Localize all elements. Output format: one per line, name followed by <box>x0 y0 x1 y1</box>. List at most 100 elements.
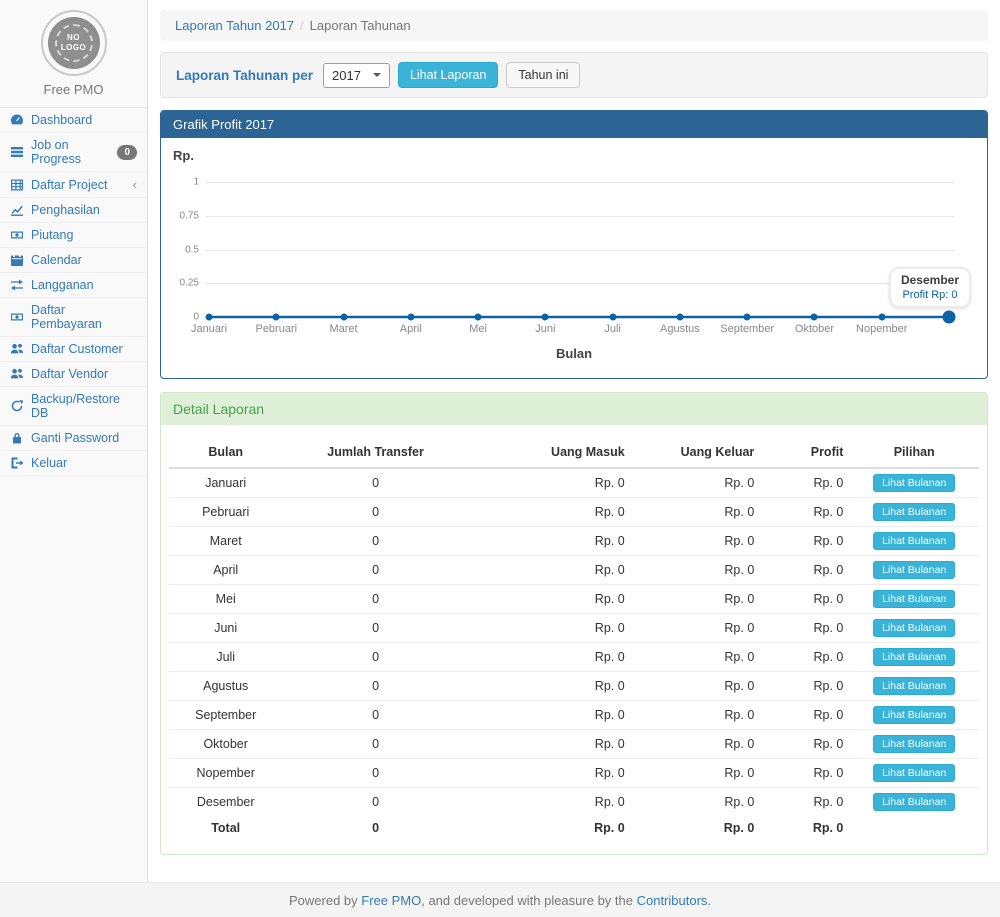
lihat-bulanan-button[interactable]: Lihat Bulanan <box>873 735 955 753</box>
sidebar-item-ganti-password[interactable]: Ganti Password <box>0 426 147 451</box>
chart-point-maret[interactable] <box>340 314 347 321</box>
sidebar-item-keluar[interactable]: Keluar <box>0 451 147 476</box>
breadcrumb-link-laporan-tahun[interactable]: Laporan Tahun 2017 <box>175 18 294 33</box>
cell-uang-masuk: Rp. 0 <box>469 730 631 759</box>
cell-uang-keluar: Rp. 0 <box>631 585 761 614</box>
cell-uang-masuk: Rp. 0 <box>469 556 631 585</box>
col-jumlah-transfer: Jumlah Transfer <box>282 437 468 468</box>
cell-pilihan: Lihat Bulanan <box>849 498 979 527</box>
chart-point-desember[interactable] <box>943 311 956 324</box>
col-uang-masuk: Uang Masuk <box>469 437 631 468</box>
sidebar-item-daftar-pembayaran[interactable]: Daftar Pembayaran <box>0 298 147 337</box>
cell-jumlah-transfer: 0 <box>282 585 468 614</box>
table-row: Nopember0Rp. 0Rp. 0Rp. 0Lihat Bulanan <box>169 759 979 788</box>
chart-line-svg <box>169 146 979 370</box>
chart-y-tick: 0.75 <box>169 210 199 221</box>
lihat-bulanan-button[interactable]: Lihat Bulanan <box>873 590 955 608</box>
cell-profit: Rp. 0 <box>760 498 849 527</box>
laporan-table: Bulan Jumlah Transfer Uang Masuk Uang Ke… <box>169 437 979 840</box>
total-uang-masuk: Rp. 0 <box>469 816 631 840</box>
no-logo-seal-icon: NO LOGO <box>48 17 100 69</box>
cell-profit: Rp. 0 <box>760 468 849 498</box>
cell-uang-masuk: Rp. 0 <box>469 614 631 643</box>
sidebar-item-daftar-customer[interactable]: Daftar Customer <box>0 337 147 362</box>
lihat-bulanan-button[interactable]: Lihat Bulanan <box>873 561 955 579</box>
cell-uang-keluar: Rp. 0 <box>631 468 761 498</box>
col-pilihan: Pilihan <box>849 437 979 468</box>
lihat-bulanan-button[interactable]: Lihat Bulanan <box>873 648 955 666</box>
sidebar-item-backup-restore-db[interactable]: Backup/Restore DB <box>0 387 147 426</box>
table-row: Agustus0Rp. 0Rp. 0Rp. 0Lihat Bulanan <box>169 672 979 701</box>
cell-uang-masuk: Rp. 0 <box>469 788 631 817</box>
cell-uang-masuk: Rp. 0 <box>469 643 631 672</box>
cell-uang-keluar: Rp. 0 <box>631 556 761 585</box>
lihat-bulanan-button[interactable]: Lihat Bulanan <box>873 793 955 811</box>
lihat-bulanan-button[interactable]: Lihat Bulanan <box>873 677 955 695</box>
lock-icon <box>10 431 24 445</box>
chart-x-tick: Oktober <box>795 323 834 335</box>
year-select-value: 2017 <box>332 68 361 83</box>
chart-point-mei[interactable] <box>475 314 482 321</box>
cell-uang-masuk: Rp. 0 <box>469 468 631 498</box>
chart-tooltip: Desember Profit Rp: 0 <box>889 267 971 308</box>
sidebar-item-penghasilan[interactable]: Penghasilan <box>0 198 147 223</box>
chart-point-juni[interactable] <box>542 314 549 321</box>
cell-bulan: April <box>169 556 282 585</box>
col-uang-keluar: Uang Keluar <box>631 437 761 468</box>
detail-laporan-panel: Detail Laporan Bulan Jumlah Transfer Uan… <box>160 392 988 855</box>
chart-point-april[interactable] <box>407 314 414 321</box>
sidebar-item-daftar-project[interactable]: Daftar Project ‹ <box>0 172 147 198</box>
lihat-bulanan-button[interactable]: Lihat Bulanan <box>873 474 955 492</box>
chart-x-tick: September <box>720 323 774 335</box>
cell-uang-masuk: Rp. 0 <box>469 759 631 788</box>
sidebar-item-job-on-progress[interactable]: Job on Progress 0 <box>0 133 147 172</box>
chart-point-juli[interactable] <box>609 314 616 321</box>
sidebar-item-dashboard[interactable]: Dashboard <box>0 108 147 133</box>
chart-x-tick: Juli <box>604 323 621 335</box>
lihat-laporan-button[interactable]: Lihat Laporan <box>398 62 498 88</box>
table-row: Juni0Rp. 0Rp. 0Rp. 0Lihat Bulanan <box>169 614 979 643</box>
breadcrumb: Laporan Tahun 2017/Laporan Tahunan <box>160 10 988 41</box>
cell-profit: Rp. 0 <box>760 585 849 614</box>
chart-point-oktober[interactable] <box>811 314 818 321</box>
chart-gridline <box>205 250 955 251</box>
chart-point-nopember[interactable] <box>878 314 885 321</box>
sidebar-item-daftar-vendor[interactable]: Daftar Vendor <box>0 362 147 387</box>
lihat-bulanan-button[interactable]: Lihat Bulanan <box>873 503 955 521</box>
cell-bulan: Maret <box>169 527 282 556</box>
chart-point-september[interactable] <box>744 314 751 321</box>
chevron-left-icon: ‹ <box>133 177 137 192</box>
cell-bulan: Desember <box>169 788 282 817</box>
cell-uang-keluar: Rp. 0 <box>631 643 761 672</box>
total-uang-keluar: Rp. 0 <box>631 816 761 840</box>
lihat-bulanan-button[interactable]: Lihat Bulanan <box>873 706 955 724</box>
cell-pilihan: Lihat Bulanan <box>849 585 979 614</box>
cell-jumlah-transfer: 0 <box>282 468 468 498</box>
sidebar-item-piutang[interactable]: Piutang <box>0 223 147 248</box>
footer-link-free-pmo[interactable]: Free PMO <box>361 893 421 908</box>
cell-uang-keluar: Rp. 0 <box>631 788 761 817</box>
cell-profit: Rp. 0 <box>760 556 849 585</box>
sidebar-item-label: Daftar Vendor <box>31 367 108 381</box>
chart-point-pebruari[interactable] <box>273 314 280 321</box>
sidebar-item-langganan[interactable]: Langganan <box>0 273 147 298</box>
cell-pilihan: Lihat Bulanan <box>849 788 979 817</box>
cell-profit: Rp. 0 <box>760 614 849 643</box>
sidebar-item-calendar[interactable]: Calendar <box>0 248 147 273</box>
cell-bulan: Oktober <box>169 730 282 759</box>
lihat-bulanan-button[interactable]: Lihat Bulanan <box>873 619 955 637</box>
cell-pilihan: Lihat Bulanan <box>849 759 979 788</box>
lihat-bulanan-button[interactable]: Lihat Bulanan <box>873 532 955 550</box>
sidebar-item-label: Daftar Customer <box>31 342 123 356</box>
chart-x-tick: Juni <box>535 323 555 335</box>
chart-point-agustus[interactable] <box>676 314 683 321</box>
tahun-ini-button[interactable]: Tahun ini <box>506 62 580 88</box>
table-total-row: Total 0 Rp. 0 Rp. 0 Rp. 0 <box>169 816 979 840</box>
lihat-bulanan-button[interactable]: Lihat Bulanan <box>873 764 955 782</box>
chart-point-januari[interactable] <box>206 314 213 321</box>
year-select[interactable]: 2017 <box>323 63 390 88</box>
chart-gridline <box>205 182 955 183</box>
cell-jumlah-transfer: 0 <box>282 788 468 817</box>
money-icon <box>10 310 24 324</box>
footer-link-contributors[interactable]: Contributors. <box>637 893 711 908</box>
